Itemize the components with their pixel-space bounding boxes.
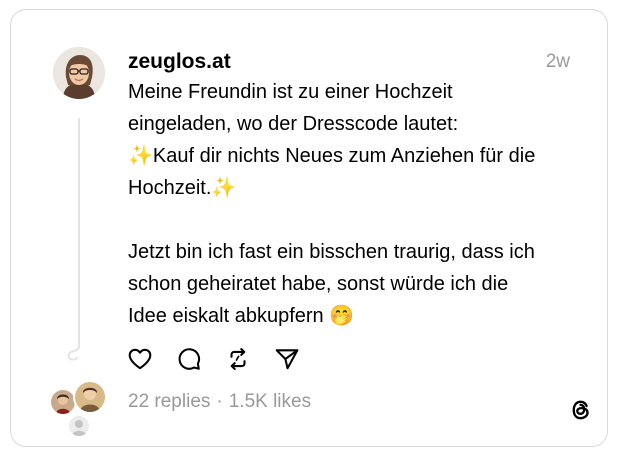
reply-avatar-3 [67, 414, 91, 438]
thread-curl [67, 338, 80, 361]
username[interactable]: zeuglos.at [128, 50, 231, 74]
send-icon[interactable] [274, 346, 300, 372]
author-avatar[interactable] [53, 47, 105, 99]
comment-icon[interactable] [176, 346, 202, 372]
post-card: zeuglos.at 2w Meine Freundin ist zu eine… [10, 9, 608, 447]
post-stats: 22 replies · 1.5K likes [128, 391, 311, 413]
heart-icon[interactable] [127, 346, 153, 372]
post-time[interactable]: 2w [546, 51, 570, 73]
stats-separator: · [216, 391, 223, 412]
thread-line [78, 118, 80, 346]
replies-count[interactable]: 22 replies [128, 391, 210, 412]
threads-logo-icon[interactable] [567, 396, 595, 424]
reply-avatars[interactable] [49, 380, 113, 438]
likes-count[interactable]: 1.5K likes [229, 391, 311, 412]
post-text: Meine Freundin ist zu einer Hochzeit ein… [128, 81, 536, 327]
repost-icon[interactable] [225, 346, 251, 372]
reply-avatar-2 [73, 380, 107, 414]
